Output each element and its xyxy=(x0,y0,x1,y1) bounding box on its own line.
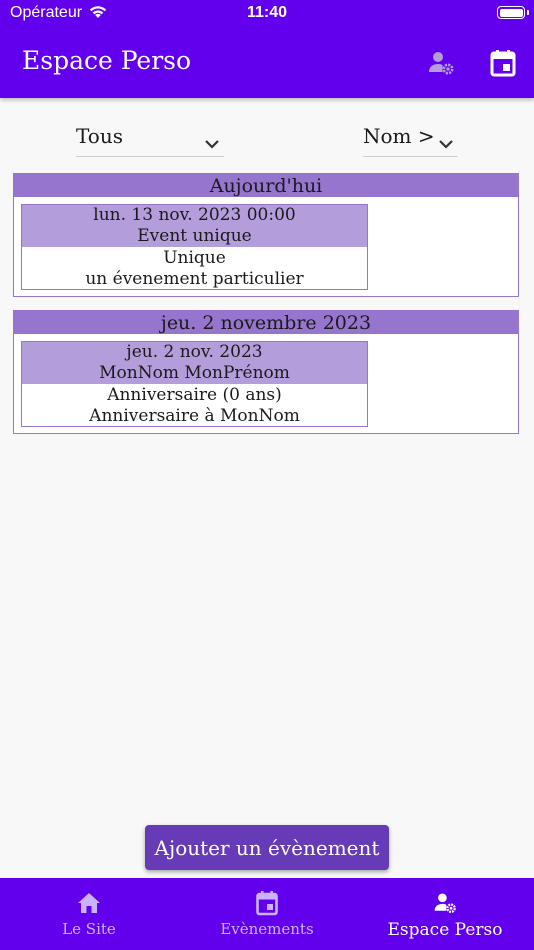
user-settings-icon[interactable] xyxy=(426,48,456,78)
type-filter-value: Tous xyxy=(76,124,123,148)
nav-item-evenements[interactable]: Evènements xyxy=(178,878,356,950)
event-card[interactable]: jeu. 2 nov. 2023 MonNom MonPrénom Annive… xyxy=(21,341,368,427)
event-card-body: Anniversaire (0 ans) Anniversaire à MonN… xyxy=(22,384,367,427)
clock: 11:40 xyxy=(246,4,288,21)
type-filter-dropdown[interactable]: Tous xyxy=(76,118,224,157)
calendar-icon xyxy=(254,890,280,916)
event-group: Aujourd'hui lun. 13 nov. 2023 00:00 Even… xyxy=(13,173,519,297)
add-event-button[interactable]: Ajouter un évènement xyxy=(145,825,389,870)
nav-label: Le Site xyxy=(62,920,116,938)
chevron-down-icon xyxy=(438,130,454,154)
event-description: un évenement particulier xyxy=(85,268,304,289)
battery-tip xyxy=(527,10,529,15)
event-card-header: lun. 13 nov. 2023 00:00 Event unique xyxy=(22,205,367,247)
nav-label: Espace Perso xyxy=(387,920,503,940)
nav-item-le-site[interactable]: Le Site xyxy=(0,878,178,950)
event-type: Unique xyxy=(163,248,226,268)
event-card[interactable]: lun. 13 nov. 2023 00:00 Event unique Uni… xyxy=(21,204,368,290)
nav-label: Evènements xyxy=(220,920,314,938)
user-settings-icon xyxy=(432,890,458,916)
sort-value: Nom > xyxy=(363,124,435,148)
event-name: Event unique xyxy=(137,225,252,246)
group-header: jeu. 2 novembre 2023 xyxy=(14,311,518,334)
sort-dropdown[interactable]: Nom > xyxy=(363,118,458,157)
event-group: jeu. 2 novembre 2023 jeu. 2 nov. 2023 Mo… xyxy=(13,310,519,434)
group-header: Aujourd'hui xyxy=(14,174,518,197)
chevron-down-icon xyxy=(204,130,220,154)
home-icon xyxy=(76,890,102,916)
event-type: Anniversaire (0 ans) xyxy=(107,385,282,405)
battery-icon xyxy=(497,6,525,19)
nav-item-espace-perso[interactable]: Espace Perso xyxy=(356,878,534,950)
calendar-event-icon[interactable] xyxy=(488,48,518,78)
event-date: lun. 13 nov. 2023 00:00 xyxy=(93,205,296,225)
event-description: Anniversaire à MonNom xyxy=(89,405,300,426)
event-card-body: Unique un évenement particulier xyxy=(22,247,367,290)
event-card-header: jeu. 2 nov. 2023 MonNom MonPrénom xyxy=(22,342,367,384)
page-title: Espace Perso xyxy=(22,46,192,75)
bottom-nav: Le Site Evènements Espace Perso xyxy=(0,878,534,950)
app-header: Opérateur 11:40 Espace Perso xyxy=(0,0,534,98)
status-bar: Opérateur 11:40 xyxy=(0,0,534,28)
event-date: jeu. 2 nov. 2023 xyxy=(126,342,263,362)
event-name: MonNom MonPrénom xyxy=(99,362,290,383)
